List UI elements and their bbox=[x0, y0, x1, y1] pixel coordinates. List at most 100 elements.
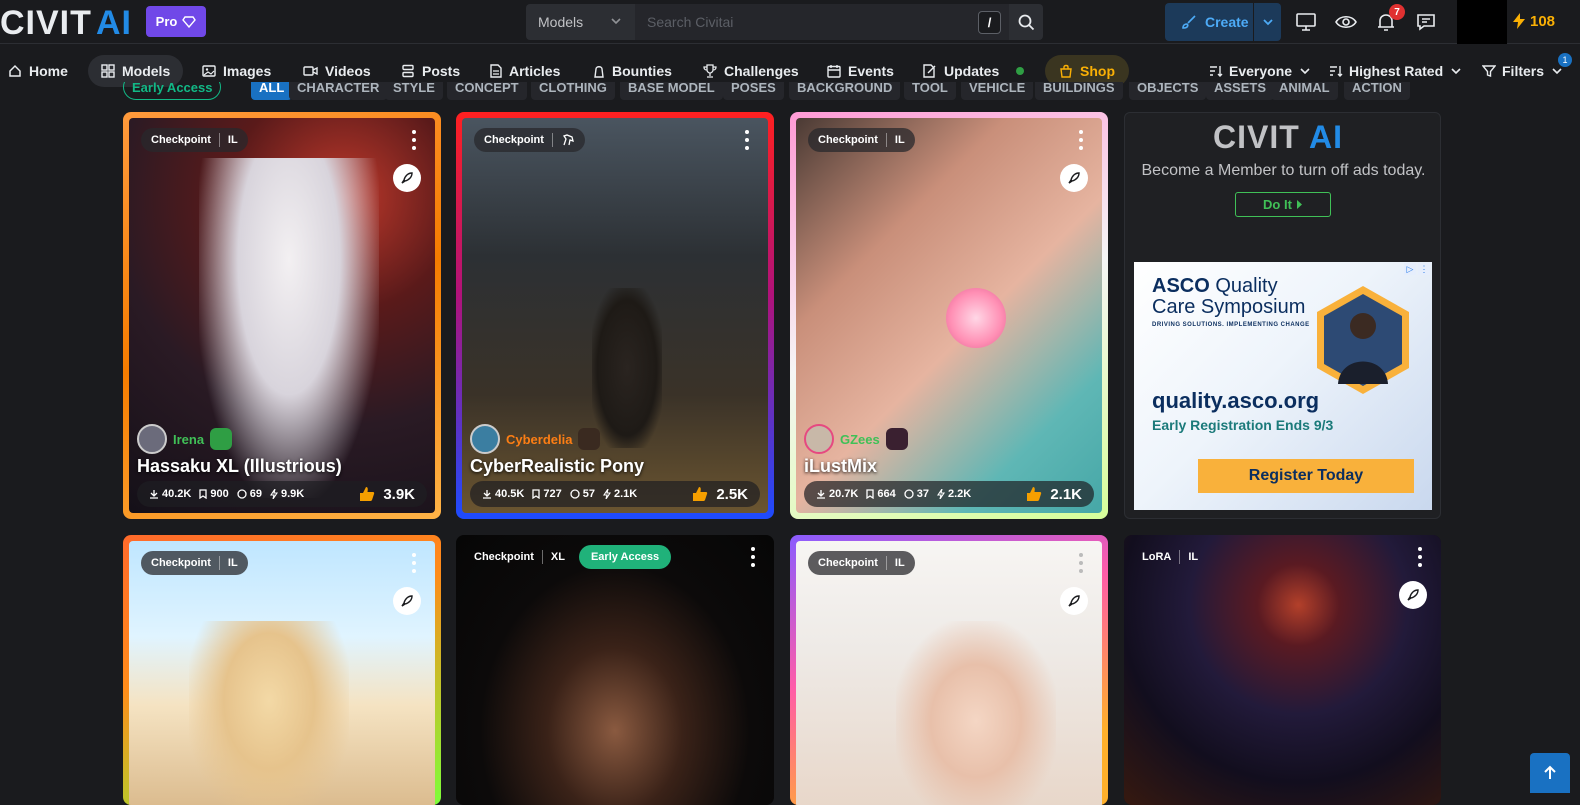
chip-label: ALL bbox=[259, 82, 285, 95]
card-image bbox=[946, 288, 1006, 348]
card-menu-button[interactable] bbox=[750, 547, 756, 567]
model-card[interactable]: Checkpoint IL GZees iLustMix 20.7K 664 37… bbox=[790, 112, 1108, 519]
shop-icon bbox=[1060, 64, 1072, 78]
comments-stat: 37 bbox=[904, 488, 929, 500]
search-button[interactable] bbox=[1009, 4, 1043, 40]
chip-base-model[interactable]: BASE MODEL bbox=[620, 82, 723, 100]
create-label: Create bbox=[1205, 14, 1249, 30]
bounty-icon bbox=[594, 65, 604, 78]
card-menu-button[interactable] bbox=[1417, 547, 1423, 567]
nav-updates-label: Updates bbox=[944, 63, 1000, 79]
user-avatar[interactable] bbox=[1457, 0, 1507, 44]
download-icon bbox=[817, 490, 825, 499]
model-type-label: Checkpoint bbox=[151, 557, 211, 569]
filter-icon bbox=[1482, 65, 1496, 77]
filters-button[interactable]: Filters bbox=[1482, 55, 1564, 87]
browsing-mode-button[interactable] bbox=[1334, 10, 1358, 34]
cast-button[interactable] bbox=[1294, 10, 1318, 34]
chip-clothing[interactable]: CLOTHING bbox=[531, 82, 615, 100]
civitai-logo[interactable]: CIVIT AI bbox=[0, 6, 138, 38]
card-tags: Checkpoint IL bbox=[141, 551, 248, 575]
pro-label: Pro bbox=[155, 14, 178, 29]
screen-icon bbox=[1296, 13, 1316, 31]
chevron-down-icon bbox=[611, 18, 621, 25]
diamond-icon bbox=[182, 15, 197, 28]
creator-info[interactable]: Cyberdelia bbox=[470, 424, 760, 454]
chip-all[interactable]: ALL bbox=[251, 82, 293, 100]
boost-button[interactable] bbox=[393, 164, 421, 192]
arrow-up-icon bbox=[1544, 765, 1556, 779]
search-category-select[interactable]: Models bbox=[526, 4, 635, 40]
creator-info[interactable]: GZees bbox=[804, 424, 1094, 454]
card-menu-button[interactable] bbox=[411, 553, 417, 573]
card-menu-button[interactable] bbox=[1078, 130, 1084, 150]
sort-icon bbox=[1330, 66, 1343, 77]
model-card[interactable]: Checkpoint IL bbox=[790, 535, 1108, 805]
base-model-label: IL bbox=[1188, 551, 1199, 563]
chevron-down-icon bbox=[1451, 68, 1461, 75]
model-card[interactable]: Checkpoint Cyberdelia CyberRealistic Pon… bbox=[456, 112, 774, 519]
thumbs-up-icon bbox=[360, 487, 375, 501]
download-icon bbox=[150, 490, 158, 499]
chat-button[interactable] bbox=[1414, 10, 1438, 34]
model-card[interactable]: LoRA IL bbox=[1124, 535, 1441, 805]
boost-button[interactable] bbox=[1060, 587, 1088, 615]
chip-label: STYLE bbox=[393, 82, 435, 95]
card-tags: Checkpoint bbox=[474, 128, 585, 152]
chip-buildings[interactable]: BUILDINGS bbox=[1035, 82, 1123, 100]
model-card[interactable]: Checkpoint XL Early Access bbox=[456, 535, 774, 805]
buzz-stat: 2.1K bbox=[602, 488, 637, 500]
boost-button[interactable] bbox=[393, 587, 421, 615]
model-card[interactable]: Checkpoint IL Irena Hassaku XL (Illustrio… bbox=[123, 112, 441, 519]
chip-style[interactable]: STYLE bbox=[385, 82, 443, 100]
chip-poses[interactable]: POSES bbox=[723, 82, 784, 100]
lightning-icon bbox=[602, 489, 611, 499]
nav-images-label: Images bbox=[223, 63, 272, 79]
register-today-button[interactable]: Register Today bbox=[1198, 459, 1414, 493]
pro-badge[interactable]: Pro bbox=[146, 6, 206, 37]
buzz-stat: 9.9K bbox=[269, 488, 304, 500]
scroll-to-top-button[interactable] bbox=[1530, 753, 1570, 793]
chip-label: CONCEPT bbox=[455, 82, 519, 95]
ad-banner[interactable]: ▷ ⋮ ASCO Quality Care Symposium DRIVING SO… bbox=[1134, 262, 1432, 510]
creator-avatar bbox=[137, 424, 167, 454]
search-input[interactable] bbox=[635, 4, 1009, 40]
nav-events-label: Events bbox=[848, 63, 894, 79]
rocket-icon bbox=[1068, 172, 1080, 184]
create-dropdown-toggle[interactable] bbox=[1254, 15, 1281, 29]
chip-assets[interactable]: ASSETS bbox=[1206, 82, 1275, 100]
buzz-balance[interactable]: 108 bbox=[1512, 12, 1555, 30]
likes-stat[interactable]: 2.5K bbox=[692, 486, 748, 503]
model-card[interactable]: Checkpoint IL bbox=[123, 535, 441, 805]
likes-stat[interactable]: 2.1K bbox=[1026, 486, 1082, 503]
card-menu-button[interactable] bbox=[1078, 553, 1084, 573]
search-category-label: Models bbox=[538, 14, 584, 30]
chip-tool[interactable]: TOOL bbox=[904, 82, 956, 100]
chip-animal[interactable]: ANIMAL bbox=[1271, 82, 1338, 100]
horse-icon bbox=[562, 134, 574, 146]
chip-action[interactable]: ACTION bbox=[1344, 82, 1410, 100]
chip-early-access[interactable]: Early Access bbox=[123, 82, 222, 100]
nav-home[interactable]: Home bbox=[0, 55, 76, 87]
membership-prompt: Become a Member to turn off ads today. bbox=[1141, 162, 1426, 179]
likes-stat[interactable]: 3.9K bbox=[359, 486, 415, 503]
chip-concept[interactable]: CONCEPT bbox=[447, 82, 527, 100]
chip-character[interactable]: CHARACTER bbox=[289, 82, 388, 100]
creator-info[interactable]: Irena bbox=[137, 424, 427, 454]
chip-background[interactable]: BACKGROUND bbox=[789, 82, 901, 100]
adchoices-icon[interactable]: ▷ ⋮ bbox=[1404, 263, 1430, 275]
chip-vehicle[interactable]: VEHICLE bbox=[961, 82, 1034, 100]
card-stats: 20.7K 664 37 2.2K 2.1K bbox=[804, 481, 1094, 507]
do-it-button[interactable]: Do It bbox=[1235, 192, 1331, 217]
chevron-down-icon bbox=[1300, 68, 1310, 75]
card-menu-button[interactable] bbox=[411, 130, 417, 150]
card-menu-button[interactable] bbox=[744, 130, 750, 150]
boost-button[interactable] bbox=[1060, 164, 1088, 192]
chip-objects[interactable]: OBJECTS bbox=[1129, 82, 1207, 100]
create-button[interactable]: Create bbox=[1165, 3, 1281, 41]
chip-label: CLOTHING bbox=[539, 82, 607, 95]
boost-button[interactable] bbox=[1399, 581, 1427, 609]
card-tags: Checkpoint XL Early Access bbox=[468, 545, 677, 569]
search-icon bbox=[1018, 14, 1034, 30]
saves-stat: 727 bbox=[532, 488, 562, 500]
